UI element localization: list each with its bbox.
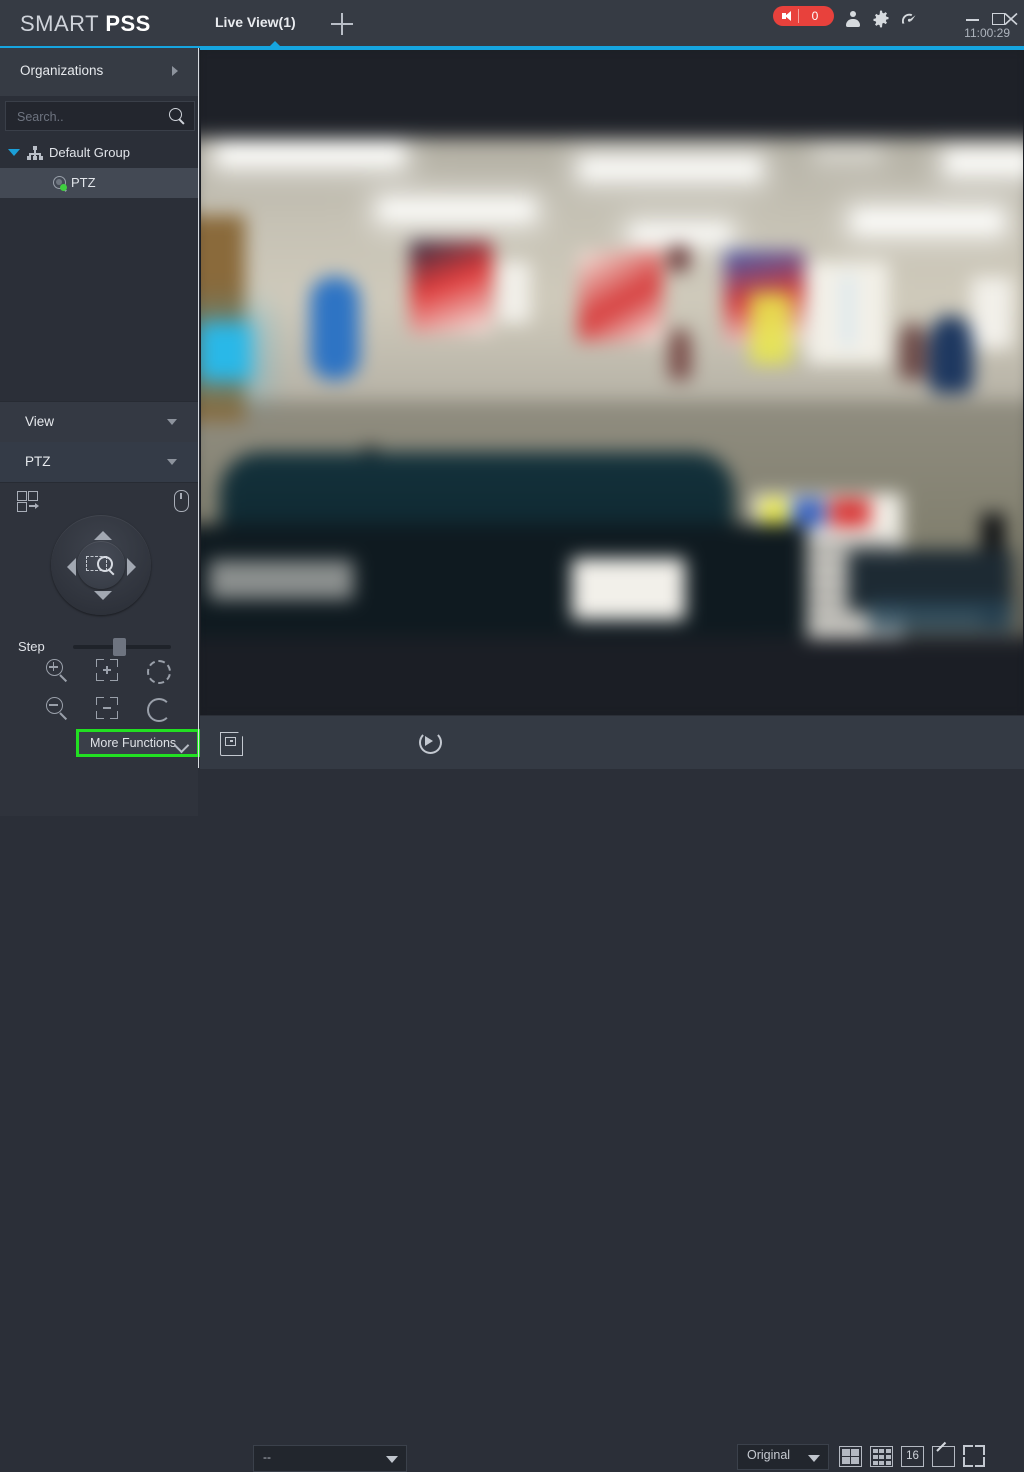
fullscreen-button[interactable]	[963, 1445, 985, 1467]
video-stage[interactable]	[200, 48, 1024, 715]
app-logo: SMART PSS	[20, 11, 151, 37]
alarm-count: 0	[811, 9, 819, 23]
more-functions-highlight: More Functions	[76, 729, 200, 757]
alarm-badge[interactable]: 0	[773, 6, 834, 26]
panel-header-ptz[interactable]: PTZ	[0, 442, 198, 483]
area-zoom-button[interactable]	[77, 541, 125, 589]
more-functions-label: More Functions	[90, 736, 177, 750]
iris-close-button[interactable]	[143, 695, 173, 725]
speaker-icon	[782, 11, 793, 21]
video-frame	[201, 50, 1023, 715]
search-icon[interactable]	[168, 107, 186, 125]
focus-far-button[interactable]	[93, 695, 123, 725]
pan-right-button[interactable]	[127, 558, 136, 576]
split-16-label: 16	[906, 1450, 919, 1462]
tab-live-view[interactable]: Live View(1)	[215, 14, 296, 30]
mouse-control-icon[interactable]	[172, 489, 190, 513]
pan-up-button[interactable]	[94, 531, 112, 540]
step-slider-knob[interactable]	[113, 638, 126, 656]
ptz-direction-pad[interactable]	[51, 515, 151, 615]
clock: 11:00:29	[964, 26, 1010, 40]
organizations-label: Organizations	[20, 63, 104, 78]
zoom-in-button[interactable]	[43, 657, 73, 687]
gear-icon[interactable]	[871, 9, 891, 29]
pan-down-button[interactable]	[94, 591, 112, 600]
logo-pss: PSS	[105, 11, 151, 36]
live-video-pane[interactable]	[201, 50, 1023, 715]
expand-triangle-icon[interactable]	[8, 149, 20, 156]
iris-open-button[interactable]	[143, 657, 173, 687]
add-tab-button[interactable]	[331, 13, 353, 35]
zoom-out-button[interactable]	[43, 695, 73, 725]
stream-select-value: --	[263, 1450, 271, 1464]
ratio-select-value: Original	[747, 1448, 791, 1462]
more-functions-button[interactable]: More Functions	[79, 732, 197, 754]
gauge-icon[interactable]	[899, 9, 919, 29]
refresh-playback-icon[interactable]	[419, 731, 442, 754]
step-label: Step	[18, 639, 45, 654]
tree-item-ptz[interactable]: PTZ	[0, 168, 198, 198]
logo-smart: SMART	[20, 11, 106, 36]
group-icon	[27, 146, 43, 160]
title-bar: SMART PSS Live View(1) 0 11:00:29	[0, 0, 1024, 47]
split-4-button[interactable]	[839, 1446, 862, 1467]
smart-pss-window: SMART PSS Live View(1) 0 11:00:29 Organi…	[0, 0, 1024, 1472]
save-snapshot-icon[interactable]	[220, 732, 243, 756]
chevron-right-icon	[172, 66, 178, 76]
tree-item-label: Default Group	[49, 145, 130, 160]
chevron-down-icon	[386, 1456, 398, 1463]
preset-tour-icon[interactable]	[17, 491, 41, 513]
video-toolbar: -- Original 16	[200, 715, 1024, 1472]
user-icon[interactable]	[843, 9, 863, 29]
split-16-button[interactable]: 16	[901, 1446, 924, 1467]
focus-near-button[interactable]	[93, 657, 123, 687]
pan-left-button[interactable]	[67, 558, 76, 576]
chevron-down-icon	[808, 1455, 820, 1462]
tree-item-label: PTZ	[71, 175, 96, 190]
search-input[interactable]	[15, 106, 159, 128]
annotate-button[interactable]	[932, 1441, 955, 1467]
panel-label-view: View	[25, 414, 55, 429]
device-tree: Default Group PTZ	[0, 138, 198, 198]
step-slider[interactable]	[73, 638, 171, 656]
chevron-down-icon	[167, 459, 177, 465]
panel-label-ptz: PTZ	[25, 454, 51, 469]
search-box[interactable]	[5, 101, 195, 131]
organizations-header[interactable]: Organizations	[0, 48, 198, 96]
ratio-select[interactable]: Original	[737, 1444, 829, 1470]
tree-item-default-group[interactable]: Default Group	[0, 138, 198, 168]
chevron-down-icon	[167, 419, 177, 425]
panel-header-view[interactable]: View	[0, 401, 198, 443]
split-9-button[interactable]	[870, 1446, 893, 1467]
sidebar-divider	[198, 48, 199, 768]
camera-icon	[52, 176, 68, 192]
stream-select[interactable]: --	[253, 1445, 407, 1472]
